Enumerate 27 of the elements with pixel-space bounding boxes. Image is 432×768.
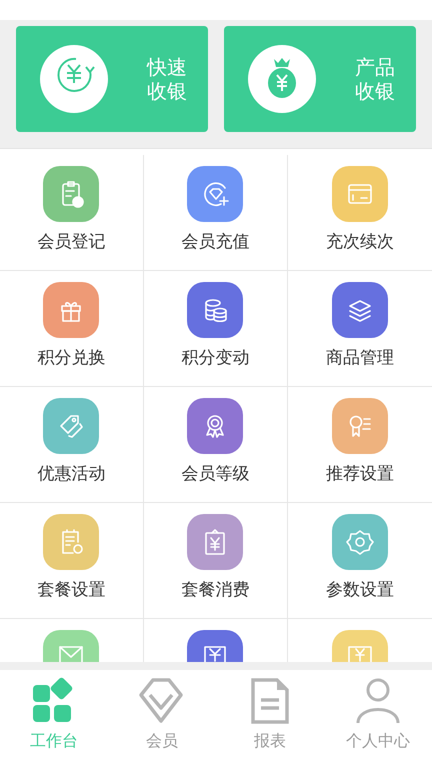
menu-label: 推荐设置: [326, 463, 394, 486]
menu-item[interactable]: 商品管理: [288, 271, 432, 387]
menu-label: 套餐设置: [37, 579, 106, 602]
menu-item[interactable]: 推荐设置: [288, 387, 432, 503]
yen-note-icon: [348, 646, 372, 662]
menu-label: 积分变动: [181, 347, 250, 370]
menu-item[interactable]: 套餐消费: [144, 503, 288, 619]
menu-label: 参数设置: [326, 579, 394, 602]
menu-item[interactable]: 会员充值: [144, 155, 288, 271]
menu-label: 商品管理: [326, 347, 394, 370]
menu-label: 会员充值: [181, 231, 250, 254]
menu-item[interactable]: 会员登记: [0, 155, 144, 271]
menu-label: 优惠活动: [37, 463, 106, 486]
menu-label: 会员登记: [37, 231, 106, 254]
menu-item[interactable]: 优惠活动: [0, 387, 144, 503]
menu-item[interactable]: 会员等级: [144, 387, 288, 503]
menu-label: 积分兑换: [37, 347, 106, 370]
envelope-icon: [59, 646, 84, 662]
menu-item[interactable]: 充次续次: [288, 155, 432, 271]
yen-ticket-icon: [204, 646, 226, 662]
menu-label: 套餐消费: [181, 579, 250, 602]
menu-label: 充次续次: [326, 231, 394, 254]
menu-label: 会员等级: [181, 463, 250, 486]
menu-item[interactable]: 积分变动: [144, 271, 288, 387]
menu-item[interactable]: 参数设置: [288, 503, 432, 619]
menu-item[interactable]: 套餐设置: [0, 503, 144, 619]
menu-item[interactable]: 积分兑换: [0, 271, 144, 387]
